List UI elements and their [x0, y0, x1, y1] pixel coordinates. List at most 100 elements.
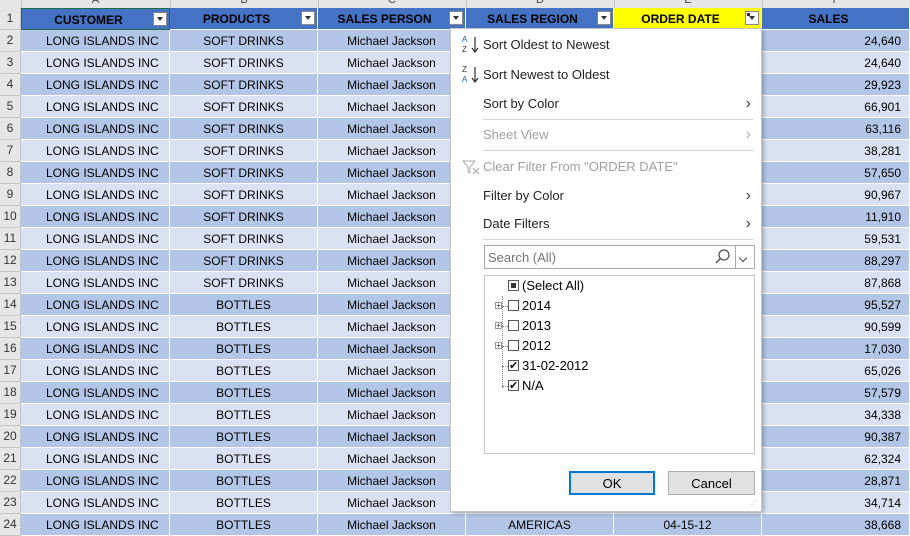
cell-product[interactable]: SOFT DRINKS	[170, 30, 318, 52]
cell-product[interactable]: BOTTLES	[170, 426, 318, 448]
cell-product[interactable]: SOFT DRINKS	[170, 52, 318, 74]
cell-person[interactable]: Michael Jackson	[318, 140, 466, 162]
row-number[interactable]: 22	[0, 470, 21, 492]
cell-customer[interactable]: LONG ISLANDS INC	[21, 470, 170, 492]
cell-product[interactable]: BOTTLES	[170, 316, 318, 338]
row-number[interactable]: 20	[0, 426, 21, 448]
cell-person[interactable]: Michael Jackson	[318, 52, 466, 74]
cell-sales[interactable]: 65,026	[762, 360, 910, 382]
row-number[interactable]: 24	[0, 514, 21, 536]
cell-customer[interactable]: LONG ISLANDS INC	[21, 382, 170, 404]
cell-product[interactable]: BOTTLES	[170, 338, 318, 360]
expand-icon[interactable]: +	[495, 322, 502, 330]
cell-sales[interactable]: 57,650	[762, 162, 910, 184]
cell-person[interactable]: Michael Jackson	[318, 426, 466, 448]
search-input[interactable]	[486, 247, 716, 267]
cell-product[interactable]: SOFT DRINKS	[170, 184, 318, 206]
cell-product[interactable]: BOTTLES	[170, 404, 318, 426]
checkbox[interactable]	[508, 300, 519, 311]
row-number[interactable]: 5	[0, 96, 21, 118]
search-icon[interactable]	[714, 248, 732, 266]
cell-product[interactable]: BOTTLES	[170, 382, 318, 404]
filter-dropdown-icon[interactable]	[597, 11, 611, 25]
row-number[interactable]: 13	[0, 272, 21, 294]
menu-sort-newest[interactable]: ZA Sort Newest to Oldest	[451, 61, 761, 89]
menu-filter-by-color[interactable]: Filter by Color ›	[451, 182, 761, 210]
cell-sales[interactable]: 66,901	[762, 96, 910, 118]
cell-person[interactable]: Michael Jackson	[318, 492, 466, 514]
cell-customer[interactable]: LONG ISLANDS INC	[21, 492, 170, 514]
cell-person[interactable]: Michael Jackson	[318, 382, 466, 404]
cell-sales[interactable]: 95,527	[762, 294, 910, 316]
row-number[interactable]: 10	[0, 206, 21, 228]
row-number[interactable]: 3	[0, 52, 21, 74]
cell-person[interactable]: Michael Jackson	[318, 228, 466, 250]
chevron-down-icon[interactable]	[735, 246, 754, 268]
cell-person[interactable]: Michael Jackson	[318, 294, 466, 316]
tree-item[interactable]: 31-02-2012	[485, 356, 745, 376]
cell-sales[interactable]: 34,338	[762, 404, 910, 426]
menu-sort-by-color[interactable]: Sort by Color ›	[451, 90, 761, 118]
cell-product[interactable]: BOTTLES	[170, 514, 318, 536]
cell-customer[interactable]: LONG ISLANDS INC	[21, 316, 170, 338]
cell-person[interactable]: Michael Jackson	[318, 448, 466, 470]
header-sales-region[interactable]: SALES REGION	[466, 8, 614, 30]
cell-customer[interactable]: LONG ISLANDS INC	[21, 228, 170, 250]
cell-customer[interactable]: LONG ISLANDS INC	[21, 96, 170, 118]
row-number[interactable]: 16	[0, 338, 21, 360]
column-letter-a[interactable]: A	[21, 0, 171, 8]
row-number[interactable]: 2	[0, 30, 21, 52]
row-number[interactable]: 15	[0, 316, 21, 338]
row-number[interactable]: 21	[0, 448, 21, 470]
cell-person[interactable]: Michael Jackson	[318, 30, 466, 52]
checkbox[interactable]	[508, 376, 519, 396]
cell-customer[interactable]: LONG ISLANDS INC	[21, 360, 170, 382]
cell-product[interactable]: SOFT DRINKS	[170, 118, 318, 140]
cell-person[interactable]: Michael Jackson	[318, 338, 466, 360]
row-number[interactable]: 11	[0, 228, 21, 250]
cell-customer[interactable]: LONG ISLANDS INC	[21, 514, 170, 536]
cell-product[interactable]: SOFT DRINKS	[170, 96, 318, 118]
cell-date[interactable]: 04-15-12	[614, 514, 762, 536]
cell-sales[interactable]: 88,297	[762, 250, 910, 272]
header-order-date[interactable]: ORDER DATE	[614, 8, 762, 30]
cell-customer[interactable]: LONG ISLANDS INC	[21, 140, 170, 162]
row-number[interactable]: 7	[0, 140, 21, 162]
filter-dropdown-icon[interactable]	[301, 11, 315, 25]
cell-person[interactable]: Michael Jackson	[318, 514, 466, 536]
cell-sales[interactable]: 38,668	[762, 514, 910, 536]
filter-active-icon[interactable]	[745, 11, 759, 25]
cell-sales[interactable]: 90,387	[762, 426, 910, 448]
row-number[interactable]: 8	[0, 162, 21, 184]
menu-date-filters[interactable]: Date Filters ›	[451, 210, 761, 238]
row-number[interactable]: 1	[0, 8, 21, 30]
cell-product[interactable]: BOTTLES	[170, 294, 318, 316]
tree-item[interactable]: N/A	[485, 376, 745, 396]
cell-customer[interactable]: LONG ISLANDS INC	[21, 426, 170, 448]
cell-customer[interactable]: LONG ISLANDS INC	[21, 184, 170, 206]
cell-person[interactable]: Michael Jackson	[318, 470, 466, 492]
column-letter-f[interactable]: F	[762, 0, 910, 8]
row-number[interactable]: 9	[0, 184, 21, 206]
row-number[interactable]: 4	[0, 74, 21, 96]
tree-item[interactable]: +2012	[485, 336, 745, 356]
cell-customer[interactable]: LONG ISLANDS INC	[21, 52, 170, 74]
cell-person[interactable]: Michael Jackson	[318, 74, 466, 96]
row-number[interactable]: 18	[0, 382, 21, 404]
header-products[interactable]: PRODUCTS	[170, 8, 318, 30]
row-number[interactable]: 17	[0, 360, 21, 382]
ok-button[interactable]: OK	[569, 471, 655, 495]
cell-sales[interactable]: 11,910	[762, 206, 910, 228]
row-number[interactable]: 12	[0, 250, 21, 272]
cell-customer[interactable]: LONG ISLANDS INC	[21, 250, 170, 272]
expand-icon[interactable]: +	[495, 342, 502, 350]
cell-person[interactable]: Michael Jackson	[318, 272, 466, 294]
cell-person[interactable]: Michael Jackson	[318, 96, 466, 118]
cell-customer[interactable]: LONG ISLANDS INC	[21, 448, 170, 470]
column-letter-c[interactable]: C	[318, 0, 467, 8]
cell-customer[interactable]: LONG ISLANDS INC	[21, 338, 170, 360]
cell-product[interactable]: SOFT DRINKS	[170, 272, 318, 294]
cell-sales[interactable]: 29,923	[762, 74, 910, 96]
cell-person[interactable]: Michael Jackson	[318, 250, 466, 272]
cell-person[interactable]: Michael Jackson	[318, 184, 466, 206]
